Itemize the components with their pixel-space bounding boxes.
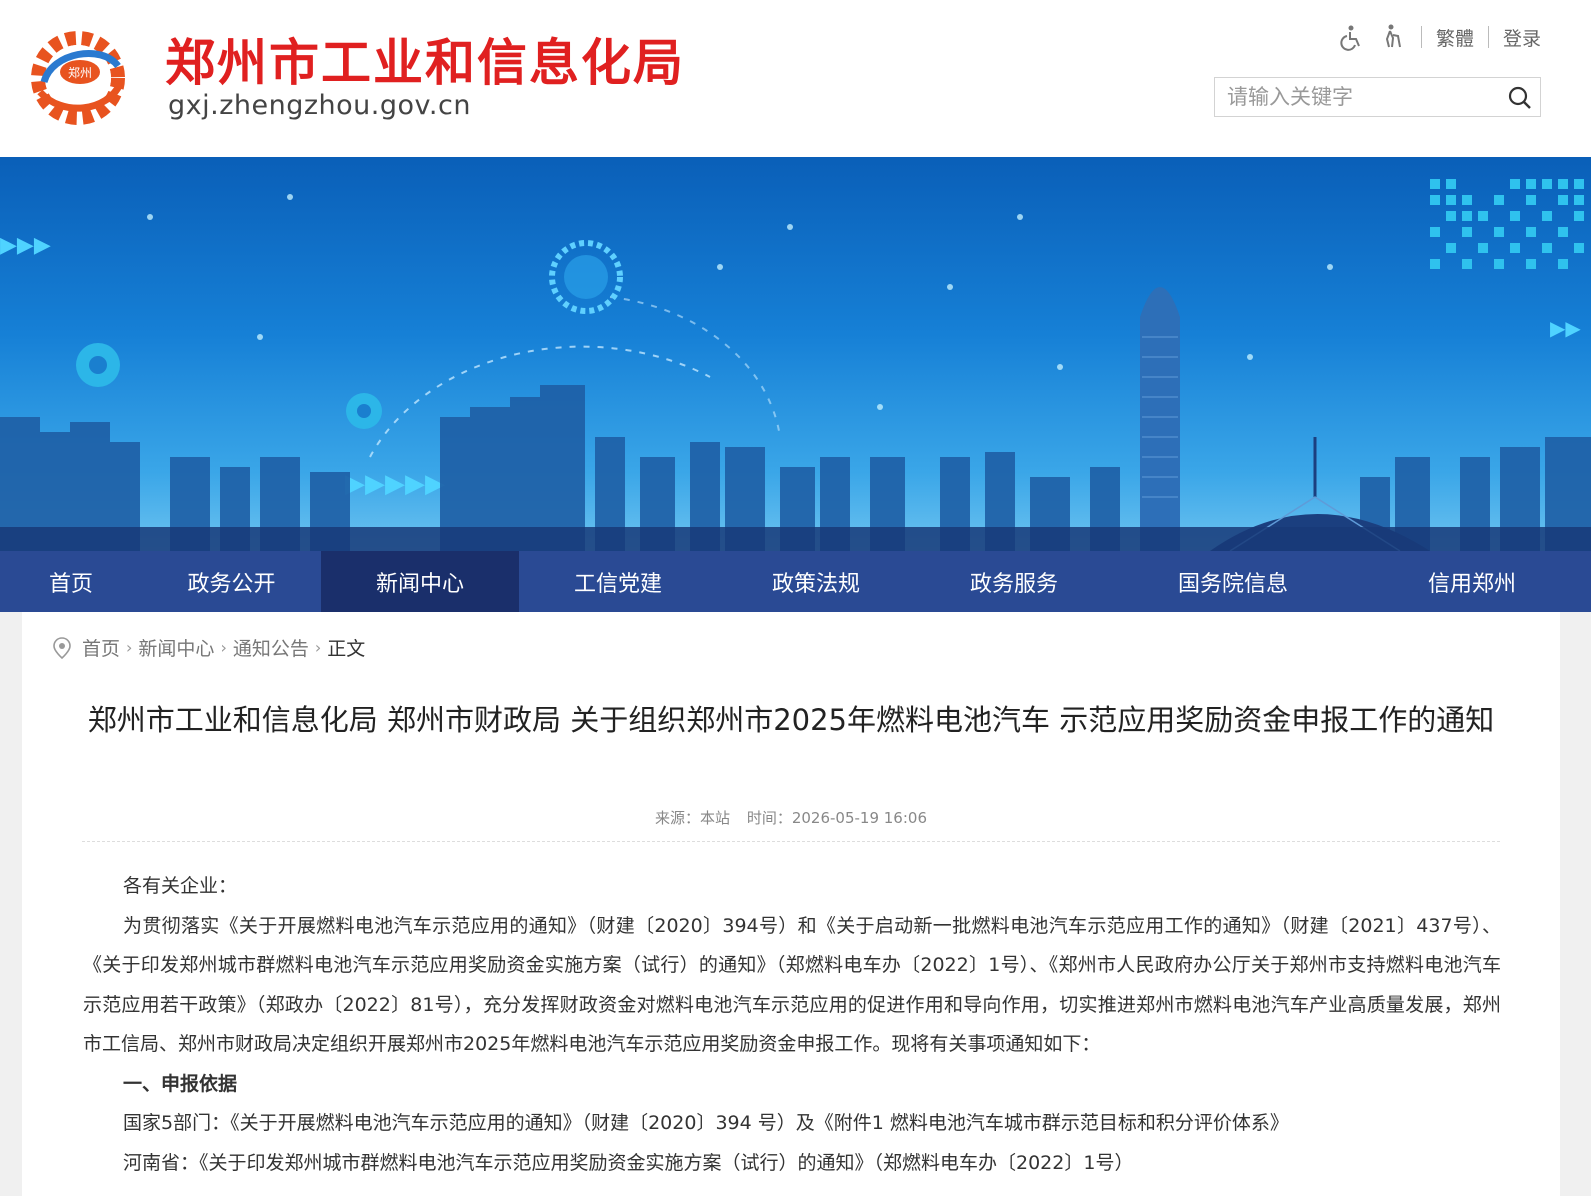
search-input[interactable]	[1215, 78, 1495, 116]
traditional-chinese-link[interactable]: 繁體	[1436, 24, 1474, 51]
location-pin-icon	[53, 636, 71, 659]
banner-image: ▶▶▶ ▶▶▶▶▶ ▶▶	[0, 157, 1591, 551]
breadcrumb-notices[interactable]: 通知公告	[233, 634, 309, 661]
article-time: 时间：2026-05-19 16:06	[746, 809, 927, 827]
nav-home[interactable]: 首页	[0, 551, 142, 612]
search-icon[interactable]	[1506, 84, 1534, 112]
breadcrumb-news-center[interactable]: 新闻中心	[138, 634, 214, 661]
nav-credit-zhengzhou[interactable]: 信用郑州	[1353, 551, 1591, 612]
paragraph-intro: 为贯彻落实《关于开展燃料电池汽车示范应用的通知》（财建〔2020〕394号）和《…	[83, 914, 1501, 1056]
logo-icon[interactable]: 郑州	[22, 22, 134, 134]
chevron-right-icon: ›	[126, 638, 133, 657]
site-title[interactable]: 郑州市工业和信息化局	[165, 32, 685, 94]
city-skyline-illustration: ▶▶▶ ▶▶▶▶▶ ▶▶	[0, 179, 1591, 551]
article-body: 各有关企业： 为贯彻落实《关于开展燃料电池汽车示范应用的通知》（财建〔2020〕…	[83, 867, 1501, 1183]
nav-news-center[interactable]: 新闻中心	[321, 551, 519, 612]
site-domain: gxj.zhengzhou.gov.cn	[168, 90, 471, 121]
svg-text:▶▶▶▶▶: ▶▶▶▶▶	[345, 469, 445, 499]
elderly-mode-icon[interactable]	[1379, 23, 1407, 51]
article-title: 郑州市工业和信息化局 郑州市财政局 关于组织郑州市2025年燃料电池汽车 示范应…	[87, 703, 1495, 737]
logo-text: 郑州	[68, 65, 92, 80]
nav-government-affairs[interactable]: 政务公开	[142, 551, 321, 612]
nav-party-building[interactable]: 工信党建	[519, 551, 717, 612]
site-header: 郑州 郑州市工业和信息化局 gxj.zhengzhou.gov.cn 繁體 登录	[0, 0, 1591, 157]
breadcrumb: 首页 › 新闻中心 › 通知公告 › 正文	[52, 634, 365, 661]
article-meta: 来源：本站 时间：2026-05-19 16:06	[82, 807, 1500, 828]
breadcrumb-current: 正文	[327, 638, 366, 660]
divider	[82, 841, 1500, 842]
nav-state-council[interactable]: 国务院信息	[1113, 551, 1353, 612]
paragraph-salutation: 各有关企业：	[123, 875, 238, 897]
svg-text:▶▶: ▶▶	[1550, 316, 1581, 340]
article-container: 首页 › 新闻中心 › 通知公告 › 正文 郑州市工业和信息化局 郑州市财政局 …	[22, 612, 1560, 1196]
top-links: 繁體 登录	[1337, 22, 1541, 52]
accessibility-icon[interactable]	[1337, 23, 1365, 51]
search-box	[1214, 77, 1541, 117]
chevron-right-icon: ›	[220, 638, 227, 657]
divider	[1487, 26, 1489, 48]
main-nav: 首页 政务公开 新闻中心 工信党建 政策法规 政务服务 国务院信息 信用郑州	[0, 551, 1591, 612]
svg-text:▶▶▶: ▶▶▶	[0, 233, 51, 258]
nav-services[interactable]: 政务服务	[915, 551, 1113, 612]
breadcrumb-home[interactable]: 首页	[82, 634, 120, 661]
section-heading: 一、申报依据	[123, 1072, 238, 1095]
article-source: 来源：本站	[655, 809, 731, 827]
paragraph-basis-national: 国家5部门：《关于开展燃料电池汽车示范应用的通知》（财建〔2020〕394 号）…	[123, 1112, 1289, 1134]
nav-policies[interactable]: 政策法规	[717, 551, 915, 612]
divider	[1420, 26, 1422, 48]
chevron-right-icon: ›	[314, 638, 322, 657]
paragraph-basis-provincial: 河南省：《关于印发郑州城市群燃料电池汽车示范应用奖励资金实施方案（试行）的通知》…	[123, 1151, 1134, 1174]
login-link[interactable]: 登录	[1503, 24, 1541, 51]
